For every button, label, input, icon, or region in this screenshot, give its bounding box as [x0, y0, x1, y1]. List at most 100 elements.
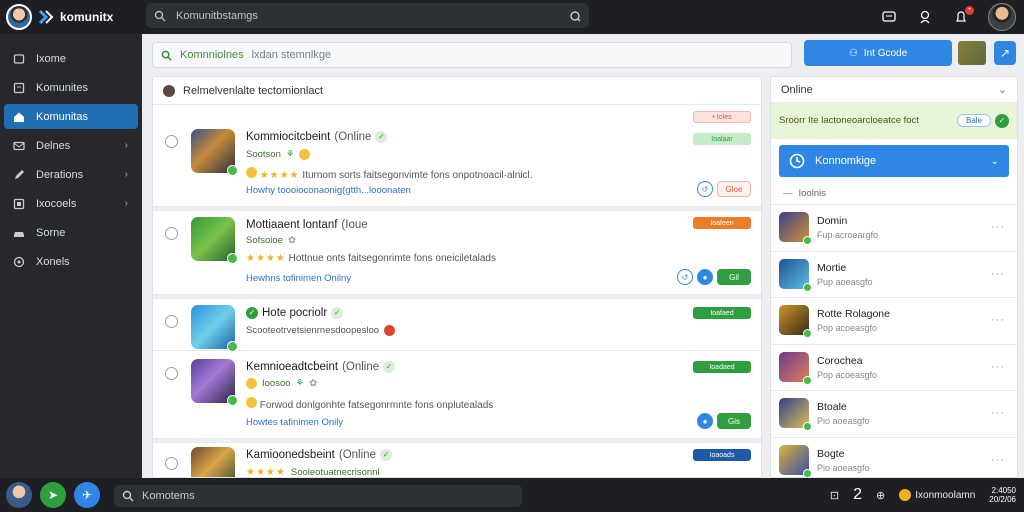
top-search[interactable] — [146, 3, 589, 28]
select-radio[interactable] — [165, 227, 178, 240]
sidebar-item-communities[interactable]: Komunites — [4, 75, 138, 100]
info-icon[interactable]: ● — [697, 269, 713, 285]
online-indicator-icon — [803, 468, 812, 477]
card-top-tag[interactable]: Ioalaar — [693, 133, 751, 145]
card-link[interactable]: Howhy toooioconaonig(gtth...looonaten — [246, 185, 411, 196]
card-title[interactable]: Kamioonedsbeint (Online ✓ — [246, 449, 392, 461]
clock-icon — [789, 153, 805, 169]
feed-card[interactable]: ✓ Hote pocriolr ✓ Scooteotrvetsienrnesdo… — [153, 295, 761, 352]
info-icon[interactable]: ● — [697, 413, 713, 429]
more-icon[interactable]: ··· — [991, 407, 1005, 419]
clock-date: 20/2/06 — [989, 495, 1016, 504]
globe-icon — [12, 255, 26, 269]
card-link[interactable]: Hewhns tofinimen Onilny — [246, 273, 351, 284]
card-desc: Forwod donlgonhte fatsegonrmnte fons onp… — [259, 400, 494, 411]
more-icon[interactable]: ··· — [991, 221, 1005, 233]
refresh-icon[interactable]: ↺ — [697, 181, 713, 197]
profile-avatar[interactable] — [988, 3, 1016, 31]
person-name: Btoale — [817, 401, 847, 414]
card-tag[interactable]: Ioafaed — [693, 307, 751, 319]
chat-icon[interactable] — [880, 8, 898, 26]
person-row[interactable]: Corochea Pop acoeasgfo ··· — [771, 345, 1017, 392]
coin-status[interactable]: Ixonmoolamn — [899, 489, 975, 501]
card-title[interactable]: ✓ Hote pocriolr ✓ — [246, 307, 344, 319]
sidebar-item-home[interactable]: Ixome — [4, 46, 138, 71]
card-tag[interactable]: Ioadaed — [693, 361, 751, 373]
card-thumbnail — [191, 447, 235, 477]
select-radio[interactable] — [165, 135, 178, 148]
notification-icon[interactable] — [916, 8, 934, 26]
more-icon[interactable]: ··· — [991, 454, 1005, 466]
card-rating-row: ★★★★ Iturnom sorts faitsegonvimte fons o… — [246, 167, 533, 181]
more-icon[interactable]: ··· — [991, 314, 1005, 326]
card-tag[interactable]: Ioaoads — [693, 449, 751, 461]
person-row[interactable]: Rotte Rolagone Pop acoeasgfo ··· — [771, 298, 1017, 345]
person-status: Pop acoeasgfo — [817, 369, 878, 380]
alert-icon[interactable]: • — [952, 6, 974, 26]
person-row[interactable]: Btoale Pio aoeasgfo ··· — [771, 391, 1017, 438]
sidebar-item-messages[interactable]: Delnes › — [4, 133, 138, 158]
select-radio[interactable] — [165, 367, 178, 380]
card-action-button[interactable]: Gis — [717, 413, 751, 429]
card-tag[interactable]: • Ioles — [693, 111, 751, 123]
select-radio[interactable] — [165, 315, 178, 328]
voice-search-icon[interactable] — [569, 10, 581, 22]
card-link[interactable]: Howtes tafinimen Onily — [246, 417, 343, 428]
bottom-search[interactable]: Komotems — [114, 485, 522, 507]
search-icon — [154, 10, 166, 21]
bottom-avatar[interactable] — [6, 482, 32, 508]
top-search-input[interactable] — [176, 9, 559, 22]
community-select[interactable]: Konnomkige ⌄ — [779, 145, 1009, 177]
primary-action-button[interactable]: ⚇ Int Gcode — [804, 40, 952, 66]
bottom-bar: ➤ ✈ Komotems ⊡ 2 ⊕ Ixonmoolamn 2:4050 20… — [0, 478, 1024, 512]
more-icon[interactable]: ··· — [991, 361, 1005, 373]
feed-card[interactable]: Mottiaaent lontanf (Ioue Sofsoioe ✿ ★★★★… — [153, 207, 761, 295]
card-sub: Ioosoo — [262, 378, 291, 389]
telegram-icon[interactable]: ✈ — [74, 482, 100, 508]
filter-search[interactable]: Komnniolnes lxdan stemnlkge — [152, 42, 792, 68]
notice-pill-button[interactable]: Bale — [956, 114, 991, 127]
sidebar-item-documents[interactable]: Ixocoels › — [4, 191, 138, 216]
check-icon[interactable]: ✓ — [995, 114, 1009, 128]
user-icon — [163, 84, 175, 97]
person-row[interactable]: Bogte Pio aoeasgfo ··· — [771, 438, 1017, 477]
refresh-icon[interactable]: ↺ — [677, 269, 693, 285]
sidebar-item-komunitas[interactable]: Komunitas — [4, 104, 138, 129]
feed-card[interactable]: Kemnioeadtcbeint (Online ✓ Ioosoo ⚘ ✿ Fo… — [153, 351, 761, 439]
filter-label: Komnniolnes — [180, 49, 244, 61]
person-status: Pup aoeasgfo — [817, 276, 873, 287]
share-button[interactable]: ↗ — [994, 41, 1016, 65]
card-title[interactable]: Mottiaaent lontanf (Ioue — [246, 219, 368, 231]
user-avatar[interactable] — [6, 4, 32, 30]
card-tag[interactable]: Ioafeen — [693, 217, 751, 229]
person-avatar — [779, 398, 812, 432]
chevron-down-icon[interactable]: ⌄ — [998, 83, 1007, 96]
emoji-icon — [246, 378, 257, 389]
sidebar-item-explore[interactable]: Xonels — [4, 249, 138, 274]
feed-card[interactable]: Kamioonedsbeint (Online ✓ ★★★★ Sooleotua… — [153, 439, 761, 478]
card-thumbnail — [191, 129, 238, 176]
person-row[interactable]: Domin Fup acroeargfo ··· — [771, 205, 1017, 252]
rating-stars: ★★★★ — [246, 467, 286, 478]
users-icon: ⚇ — [848, 47, 858, 59]
card-title[interactable]: Kemnioeadtcbeint (Online ✓ — [246, 361, 396, 373]
select-radio[interactable] — [165, 457, 178, 470]
person-row[interactable]: Mortie Pup aoeasgfo ··· — [771, 252, 1017, 299]
card-actions: ↺ Gloe — [697, 181, 751, 197]
card-action-button[interactable]: Gloe — [717, 181, 751, 197]
group-avatar[interactable] — [958, 41, 986, 65]
brand[interactable]: komunitx — [0, 0, 142, 34]
more-icon[interactable]: ··· — [991, 268, 1005, 280]
card-title[interactable]: Kommiocitcbeint (Online ✓ — [246, 131, 388, 143]
send-icon[interactable]: ➤ — [40, 482, 66, 508]
sidebar-item-operations[interactable]: Derations › — [4, 162, 138, 187]
sidebar-item-store[interactable]: Sorne — [4, 220, 138, 245]
bottom-right: ⊡ 2 ⊕ Ixonmoolamn 2:4050 20/2/06 — [830, 478, 1016, 512]
online-indicator-icon — [227, 395, 238, 406]
feed-card[interactable]: Kommiocitcbeint (Online ✓ Sootson ⚘ ★★★★… — [153, 105, 761, 207]
globe-icon[interactable]: ⊕ — [876, 489, 885, 502]
card-action-button[interactable]: Gil — [717, 269, 751, 285]
notice-text: Sroorr Ite lactoneoarcloeatce foct — [779, 115, 919, 126]
online-header[interactable]: Online ⌄ — [771, 77, 1017, 103]
gamepad-icon[interactable]: ⊡ — [830, 489, 839, 502]
